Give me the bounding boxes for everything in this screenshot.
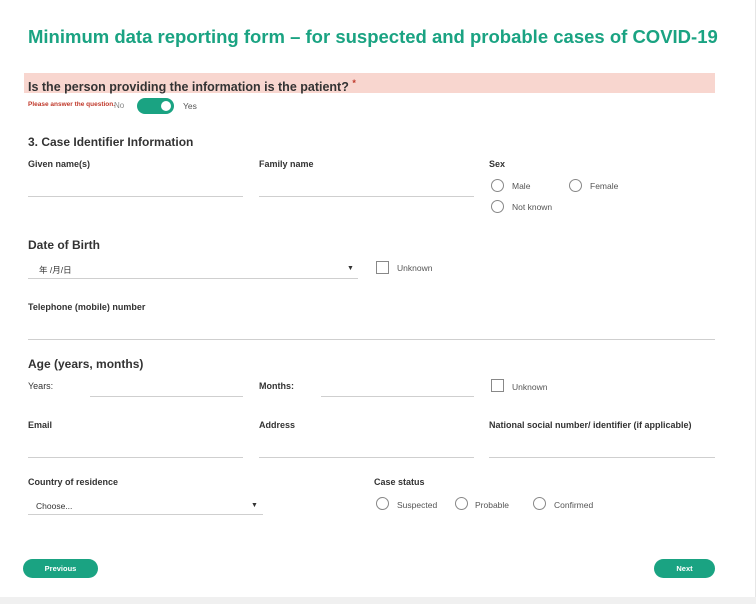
country-underline — [28, 514, 263, 515]
chevron-down-icon[interactable]: ▼ — [347, 265, 354, 272]
email-label: Email — [28, 420, 53, 430]
months-input[interactable] — [321, 396, 474, 397]
question-text: Is the person providing the information … — [28, 80, 349, 95]
previous-button[interactable]: Previous — [23, 559, 98, 578]
dob-input[interactable]: 年 /月/日 — [39, 264, 72, 276]
patient-toggle[interactable] — [137, 98, 174, 114]
national-id-label: National social number/ identifier (if a… — [489, 420, 692, 430]
address-label: Address — [259, 420, 296, 430]
case-status-label: Case status — [374, 477, 425, 487]
toggle-no-label: No — [114, 101, 125, 110]
case-status-confirmed-label: Confirmed — [554, 500, 594, 510]
given-name-label: Given name(s) — [28, 159, 91, 169]
required-mark: * — [352, 78, 356, 88]
country-select[interactable]: Choose... — [36, 501, 72, 511]
next-button[interactable]: Next — [654, 559, 715, 578]
years-label: Years: — [28, 381, 54, 391]
family-name-label: Family name — [259, 159, 314, 169]
age-unknown-label: Unknown — [512, 382, 548, 392]
months-label: Months: — [259, 381, 294, 391]
case-status-probable-label: Probable — [475, 500, 510, 510]
dob-heading: Date of Birth — [28, 238, 100, 252]
sex-male-radio[interactable] — [491, 179, 504, 192]
age-heading: Age (years, months) — [28, 357, 144, 371]
email-field[interactable] — [28, 457, 243, 458]
years-input[interactable] — [90, 396, 243, 397]
country-label: Country of residence — [28, 477, 119, 487]
dob-unknown-label: Unknown — [397, 263, 433, 273]
error-message: Please answer the question. — [28, 101, 116, 108]
given-name-input[interactable] — [28, 196, 243, 197]
page-footer-bar — [0, 597, 756, 604]
toggle-knob — [161, 101, 171, 111]
case-status-suspected-label: Suspected — [397, 500, 438, 510]
sex-male-label: Male — [512, 181, 531, 191]
sex-not-known-label: Not known — [512, 202, 553, 212]
form-page: Minimum data reporting form – for suspec… — [0, 0, 756, 604]
address-field[interactable] — [259, 457, 474, 458]
dob-unknown-checkbox[interactable] — [376, 261, 389, 274]
question-banner: Is the person providing the information … — [24, 73, 715, 95]
toggle-yes-label: Yes — [183, 101, 197, 111]
chevron-down-icon[interactable]: ▼ — [251, 502, 258, 509]
form-title: Minimum data reporting form – for suspec… — [28, 26, 718, 47]
case-status-probable-radio[interactable] — [455, 497, 468, 510]
telephone-input[interactable] — [28, 339, 715, 340]
case-identifier-heading: 3. Case Identifier Information — [28, 135, 194, 149]
dob-underline — [28, 278, 358, 279]
case-status-confirmed-radio[interactable] — [533, 497, 546, 510]
sex-label: Sex — [489, 159, 506, 169]
age-unknown-checkbox[interactable] — [491, 379, 504, 392]
telephone-label: Telephone (mobile) number — [28, 302, 146, 312]
family-name-input[interactable] — [259, 196, 474, 197]
sex-female-radio[interactable] — [569, 179, 582, 192]
sex-female-label: Female — [590, 181, 619, 191]
case-status-suspected-radio[interactable] — [376, 497, 389, 510]
sex-not-known-radio[interactable] — [491, 200, 504, 213]
national-id-field[interactable] — [489, 457, 715, 458]
